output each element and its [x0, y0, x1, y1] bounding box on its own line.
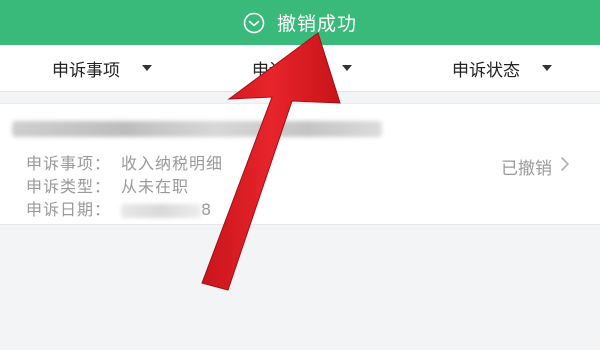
appeal-date-label: 申诉日期： — [26, 200, 112, 219]
filter-appeal-status-label: 申诉状态 — [452, 60, 520, 81]
appeal-type-value: 从未在职 — [121, 177, 190, 196]
chevron-right-icon — [560, 156, 570, 177]
caret-down-icon — [542, 65, 552, 71]
filter-appeal-item-label: 申诉事项 — [52, 60, 120, 81]
success-toast: 撤销成功 — [0, 0, 600, 45]
appeal-date-row: 申诉日期： 8 — [26, 196, 212, 220]
redacted-date — [121, 203, 202, 218]
appeal-date-suffix: 8 — [201, 200, 213, 219]
filter-appeal-item[interactable]: 申诉事项 — [52, 45, 152, 91]
appeal-type-label: 申诉类型： — [26, 177, 112, 196]
appeal-record-card[interactable]: 申诉事项： 收入纳税明细 申诉类型： 从未在职 申诉日期： 8 已撤销 — [0, 103, 600, 225]
filter-appeal-type[interactable]: 申诉类型 — [252, 45, 352, 91]
caret-down-icon — [142, 65, 152, 71]
appeal-type-row: 申诉类型： 从未在职 — [26, 173, 189, 197]
appeal-item-row: 申诉事项： 收入纳税明细 — [26, 150, 223, 174]
toast-message: 撤销成功 — [276, 13, 357, 35]
appeal-item-value: 收入纳税明细 — [121, 154, 224, 173]
redacted-title — [12, 121, 382, 137]
filter-appeal-type-label: 申诉类型 — [252, 60, 320, 81]
appeal-list-screen: 撤销成功 申诉事项 申诉类型 申诉状态 申诉事项： 收入纳税明细 申诉类型： 从未在… — [0, 0, 600, 350]
filter-bar: 申诉事项 申诉类型 申诉状态 — [0, 45, 600, 92]
caret-down-icon — [342, 65, 352, 71]
status-badge: 已撤销 — [501, 159, 552, 179]
filter-appeal-status[interactable]: 申诉状态 — [452, 45, 552, 91]
appeal-item-label: 申诉事项： — [26, 154, 112, 173]
status-link[interactable]: 已撤销 — [501, 154, 570, 179]
check-circle-icon — [243, 12, 265, 34]
